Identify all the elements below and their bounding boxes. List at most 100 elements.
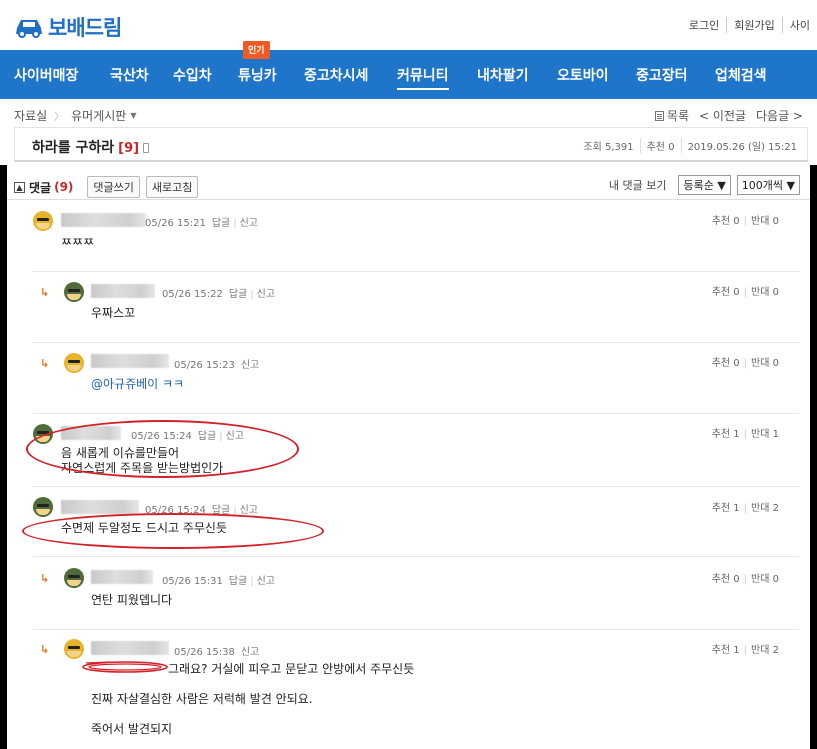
avatar [33,497,53,517]
username-blurred [61,213,146,227]
post-comment-count[interactable]: [9] [118,141,139,156]
username-blurred [91,354,169,368]
comment-count: (9) [54,180,74,194]
divider [33,556,799,557]
mobile-icon [143,143,150,153]
list-icon [654,111,664,121]
nav-item-tuning[interactable]: 튜닝카 [238,65,277,85]
post-title: 하라를 구하라 [32,140,115,156]
comment-meta: 05/26 15:21 답글 | 신고 [145,218,259,229]
post-header: 하라를 구하라 [9] 조회 5,391 추천 0 2019.05.26 (일) … [14,127,808,162]
top-bar: 보배드림 로그인 회원가입 사이 [0,0,817,50]
nav-item-company-search[interactable]: 업체검색 [715,65,767,85]
nav-item-sell-car[interactable]: 내차팔기 [477,65,529,85]
comment-votes: 추천 0 | 반대 0 [711,216,779,227]
username-blurred [91,284,155,298]
site-logo[interactable]: 보배드림 [14,12,122,42]
refresh-button[interactable]: 새로고침 [145,176,199,198]
nav-item-domestic[interactable]: 국산차 [110,65,149,85]
comment-list: 05/26 15:21 답글 | 신고 추천 0 | 반대 0 ㅉㅉㅉ ↳ 05/26 1… [7,201,810,749]
upvote[interactable]: 추천 0 [712,216,740,227]
downvote[interactable]: 반대 0 [751,358,779,369]
nav-item-motorcycle[interactable]: 오토바이 [557,65,609,85]
comment-votes: 추천 0 | 반대 0 [711,358,779,369]
collapse-icon[interactable]: ▲ [14,181,25,193]
divider [33,629,799,630]
breadcrumb: 자료실 〉 유머게시판 ▼ [14,107,136,124]
top-links: 로그인 회원가입 사이 [682,17,817,33]
reply-arrow-icon: ↳ [40,357,50,370]
comment-toolbar: ▲ 댓글 (9) 댓글쓰기 새로고침 내 댓글 보기 등록순 ▼ 100개씩 ▼ [7,168,810,200]
breadcrumb-archive[interactable]: 자료실 [14,107,47,124]
comment-votes: 추천 1 | 반대 2 [711,503,779,514]
divider [33,413,799,414]
frame-border-right [810,165,817,749]
avatar [64,639,84,659]
report-link[interactable]: 신고 [241,647,259,658]
comment-toolbar-right: 내 댓글 보기 등록순 ▼ 100개씩 ▼ [609,175,800,195]
next-post-link[interactable]: 다음글 > [756,107,803,124]
username-blurred [61,500,139,514]
upvote[interactable]: 추천 1 [712,645,740,656]
nav-item-market-price[interactable]: 중고차시세 [304,65,368,85]
reply-link[interactable]: 답글 [229,289,247,300]
comment-votes: 추천 1 | 반대 2 [711,645,779,656]
comment-time: 05/26 15:38 [174,647,235,658]
write-comment-button[interactable]: 댓글쓰기 [87,176,140,198]
report-link[interactable]: 신고 [257,576,275,587]
report-link[interactable]: 신고 [257,289,275,300]
upvote[interactable]: 추천 1 [712,503,740,514]
downvote[interactable]: 반대 0 [751,574,779,585]
prev-post-link[interactable]: < 이전글 [699,107,746,124]
divider [33,486,799,487]
signup-link[interactable]: 회원가입 [726,17,781,33]
chevron-right-icon: 〉 [54,112,65,123]
sort-select[interactable]: 등록순 ▼ [678,175,731,195]
report-link[interactable]: 신고 [240,218,258,229]
username-blurred [91,570,153,584]
nav-item-community[interactable]: 커뮤니티 [397,65,449,90]
per-page-select[interactable]: 100개씩 ▼ [736,175,800,195]
comment-text: @아규쥬베이 ㅋㅋ [91,377,185,391]
divider [33,271,799,272]
comment-meta: 05/26 15:23 신고 [174,356,259,371]
username-blurred [91,641,169,655]
downvote[interactable]: 반대 0 [751,216,779,227]
caret-down-icon[interactable]: ▼ [130,111,136,120]
reply-link[interactable]: 답글 [229,576,247,587]
post-title-row: 하라를 구하라 [9] [32,137,150,157]
reply-link[interactable]: 답글 [212,218,230,229]
post-views: 조회 5,391 [583,142,634,153]
car-logo-icon [16,20,42,38]
comment-meta: 05/26 15:22 답글 | 신고 [162,289,276,300]
comment-text-line-2: 진짜 자살결심한 사람은 저럭해 발견 안되요. [91,692,313,706]
nav-item-cyber-store[interactable]: 사이버매장 [14,65,78,85]
nav-item-used-market[interactable]: 중고장터 [636,65,688,85]
nav-item-imported[interactable]: 수입차 [173,65,212,85]
reply-arrow-icon: ↳ [40,286,50,299]
downvote[interactable]: 반대 1 [751,429,779,440]
comment-meta: 05/26 15:31 답글 | 신고 [162,576,276,587]
upvote[interactable]: 추천 1 [712,429,740,440]
comment-text: 우짜스꼬 [91,306,136,320]
comment-text: 연탄 피웠뎁니다 [91,593,173,607]
comment-text: ㅉㅉㅉ [61,235,95,249]
report-link[interactable]: 신고 [241,360,259,371]
post-recommend: 추천 0 [639,138,681,153]
upvote[interactable]: 추천 0 [712,287,740,298]
upvote[interactable]: 추천 0 [712,358,740,369]
downvote[interactable]: 반대 2 [751,645,779,656]
downvote[interactable]: 반대 0 [751,287,779,298]
downvote[interactable]: 반대 2 [751,503,779,514]
login-link[interactable]: 로그인 [682,17,726,33]
avatar [64,568,84,588]
avatar [64,282,84,302]
red-scribble-annotation [82,661,168,673]
list-button[interactable]: 목록 [654,107,689,124]
breadcrumb-humor-board[interactable]: 유머게시판 [71,107,126,124]
upvote[interactable]: 추천 0 [712,574,740,585]
cyber-link[interactable]: 사이 [781,17,817,33]
red-circle-annotation [22,513,324,549]
my-comments-link[interactable]: 내 댓글 보기 [609,177,667,193]
comment-text-line-3: 죽어서 발견되지 [91,722,173,736]
